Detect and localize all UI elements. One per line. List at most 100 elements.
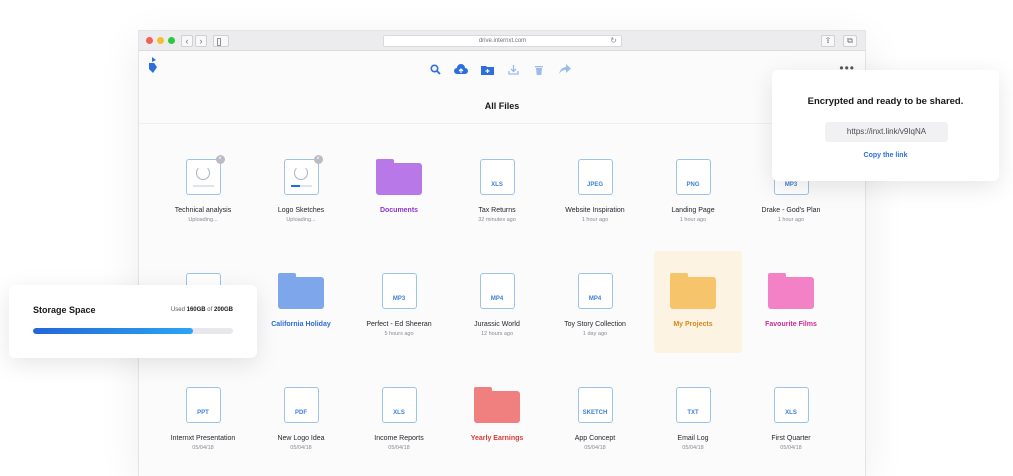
item-name: Perfect - Ed Sheeran	[366, 321, 432, 328]
upload-progress-bar	[290, 185, 312, 187]
file-icon: XLS	[381, 387, 417, 423]
item-name: Yearly Earnings	[470, 435, 524, 442]
item-meta: 12 hours ago	[480, 331, 514, 337]
storage-used-of: of	[207, 307, 213, 313]
file-icon: TXT	[675, 387, 711, 423]
share-title: Encrypted and ready to be shared.	[807, 96, 964, 107]
share-browser-button[interactable]: ⇪	[821, 35, 835, 47]
item-meta: 1 hour ago	[679, 217, 707, 223]
item-meta: 1 day ago	[582, 331, 608, 337]
sidebar-toggle-button[interactable]	[213, 35, 229, 47]
item-name: Jurassic World	[474, 321, 520, 328]
item-name: Favourite Films	[765, 321, 817, 328]
storage-used-prefix: Used	[170, 307, 185, 313]
item-meta: 32 minutes ago	[478, 217, 516, 223]
file-icon: MP4	[577, 273, 613, 309]
item-name: California Holiday	[271, 321, 331, 328]
file-icon: XLS	[773, 387, 809, 423]
folder-item[interactable]: California Holiday	[257, 273, 345, 328]
close-window-button[interactable]	[146, 37, 153, 44]
search-icon[interactable]	[427, 61, 443, 77]
item-name: Logo Sketches	[277, 207, 325, 214]
file-extension: XLS	[393, 410, 405, 416]
item-meta: 05/04/18	[192, 445, 214, 451]
file-extension: MP4	[490, 296, 504, 302]
file-item[interactable]: × Logo Sketches Uploading...	[257, 155, 345, 223]
file-item[interactable]: × Technical analysis Uploading...	[159, 155, 247, 223]
back-button[interactable]: ‹	[181, 35, 193, 47]
tabs-button[interactable]: ⧉	[843, 35, 857, 47]
cancel-upload-icon[interactable]: ×	[313, 155, 323, 164]
upload-progress-bar	[192, 185, 214, 187]
file-item[interactable]: XLS First Quarter 05/04/18	[747, 387, 835, 451]
file-icon: MP3	[381, 273, 417, 309]
sync-icon	[293, 166, 308, 180]
file-icon: SKETCH	[577, 387, 613, 423]
file-extension: SKETCH	[582, 410, 608, 416]
item-meta: 05/04/18	[682, 445, 704, 451]
file-extension: PDF	[295, 410, 307, 416]
browser-titlebar: ‹ › drive.internxt.com ↻ ⇪ ⧉	[139, 31, 865, 51]
uploading-file-icon: ×	[283, 155, 323, 195]
file-item[interactable]: MP4 Toy Story Collection 1 day ago	[551, 273, 639, 337]
file-extension: MP3	[392, 296, 406, 302]
item-meta: Uploading...	[188, 217, 218, 223]
download-icon[interactable]	[505, 61, 521, 77]
item-meta: 05/04/18	[780, 445, 802, 451]
file-icon: PPT	[185, 387, 221, 423]
delete-icon[interactable]	[531, 61, 547, 77]
share-icon[interactable]	[557, 61, 573, 77]
folder-item[interactable]: Favourite Films	[747, 273, 835, 328]
file-extension: XLS	[491, 182, 503, 188]
browser-window: ‹ › drive.internxt.com ↻ ⇪ ⧉ ••• All Fil…	[138, 30, 866, 476]
folder-item[interactable]: My Projects	[649, 273, 737, 328]
item-meta: 5 hours ago	[384, 331, 414, 337]
internxt-logo-icon[interactable]	[147, 57, 159, 73]
file-item[interactable]: MP3 Perfect - Ed Sheeran 5 hours ago	[355, 273, 443, 337]
file-item[interactable]: SKETCH App Concept 05/04/18	[551, 387, 639, 451]
uploading-file-icon: ×	[185, 155, 225, 195]
file-item[interactable]: PDF New Logo Idea 05/04/18	[257, 387, 345, 451]
file-icon: JPEG	[577, 159, 613, 195]
storage-used-text: Used 160GB of 200GB	[171, 307, 233, 313]
item-meta: Uploading...	[286, 217, 316, 223]
folder-item[interactable]: Yearly Earnings	[453, 387, 541, 442]
file-item[interactable]: XLS Tax Returns 32 minutes ago	[453, 159, 541, 223]
item-name: Internxt Presentation	[170, 435, 236, 442]
share-link-field[interactable]: https://inxt.link/v9IqNA	[825, 122, 948, 142]
share-card: Encrypted and ready to be shared. https:…	[772, 70, 999, 181]
upload-progress-fill	[290, 185, 300, 187]
file-item[interactable]: MP4 Jurassic World 12 hours ago	[453, 273, 541, 337]
file-item[interactable]: PPT Internxt Presentation 05/04/18	[159, 387, 247, 451]
item-name: Technical analysis	[174, 207, 232, 214]
file-item[interactable]: XLS Income Reports 05/04/18	[355, 387, 443, 451]
file-item[interactable]: PNG Landing Page 1 hour ago	[649, 159, 737, 223]
folder-icon	[376, 159, 422, 195]
folder-item[interactable]: Documents	[355, 159, 443, 214]
file-icon: XLS	[479, 159, 515, 195]
file-icon: MP4	[479, 273, 515, 309]
file-item[interactable]: JPEG Website Inspiration 1 hour ago	[551, 159, 639, 223]
sync-icon	[195, 166, 210, 180]
minimize-window-button[interactable]	[157, 37, 164, 44]
reload-icon[interactable]: ↻	[610, 36, 617, 46]
item-name: Toy Story Collection	[564, 321, 626, 328]
item-meta: 05/04/18	[584, 445, 606, 451]
file-extension: JPEG	[586, 182, 603, 188]
storage-total-value: 200GB	[213, 307, 233, 313]
upload-icon[interactable]	[453, 61, 469, 77]
item-name: My Projects	[673, 321, 713, 328]
item-name: Email Log	[677, 435, 709, 442]
item-name: Income Reports	[374, 435, 424, 442]
item-name: Drake - God's Plan	[761, 207, 821, 214]
file-extension: XLS	[785, 410, 797, 416]
cancel-upload-icon[interactable]: ×	[215, 155, 225, 164]
file-item[interactable]: TXT Email Log 05/04/18	[649, 387, 737, 451]
item-name: First Quarter	[771, 435, 811, 442]
address-bar[interactable]: drive.internxt.com ↻	[383, 35, 622, 47]
new-folder-icon[interactable]	[479, 61, 495, 77]
copy-link-button[interactable]: Copy the link	[772, 152, 999, 159]
maximize-window-button[interactable]	[168, 37, 175, 44]
forward-button[interactable]: ›	[195, 35, 207, 47]
folder-icon	[670, 273, 716, 309]
